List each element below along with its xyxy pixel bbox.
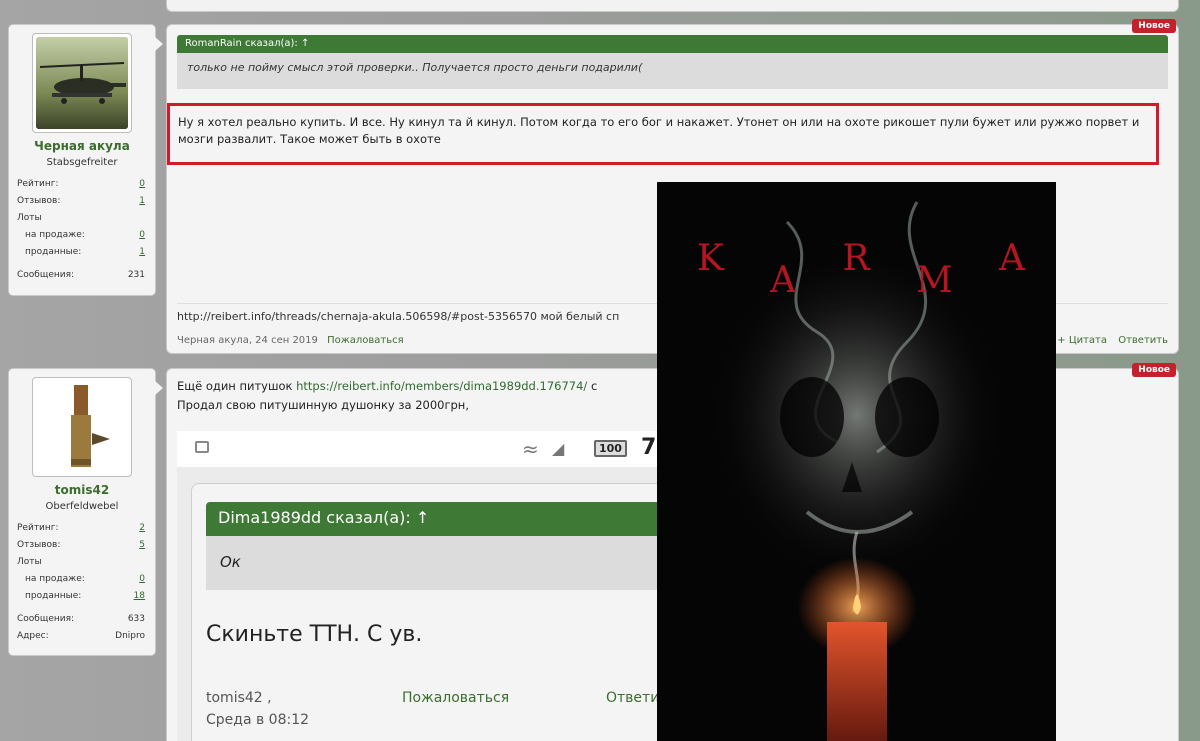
embedded-phone-screenshot[interactable]: ≈ ◢ 100 7 Dima1989dd сказал(а): ↑ Ок Ски… [177,431,669,741]
quote-button[interactable]: + Цитата [1057,335,1107,346]
previous-post-edge [166,0,1179,12]
post-author-date[interactable]: Черная акула, 24 сен 2019 [177,335,318,346]
phone-report-link: Пожаловаться [402,690,510,706]
candle [827,622,887,741]
phone-status-bar: ≈ ◢ 100 7 [177,431,669,467]
stat-label: на продаже: [25,574,85,584]
user-rank: Stabsgefreiter [46,157,118,168]
stat-label: Лоты [17,213,42,223]
stat-label: Сообщения: [17,614,75,624]
title-letter: M [915,260,955,301]
post-actions: + Цитата Ответить [1049,335,1168,346]
image-icon [195,441,209,453]
stat-lots: Лоты [9,210,155,227]
stat-lots: Лоты [9,554,155,571]
stat-messages: Сообщения: 231 [9,267,155,284]
stat-value: 231 [127,270,145,280]
report-link[interactable]: Пожаловаться [327,335,404,346]
title-letter: K [697,238,726,279]
stat-reviews: Отзывов: 5 [9,537,155,554]
stat-label: Отзывов: [17,540,61,550]
stat-on-sale: на продаже: 0 [9,227,155,244]
signature[interactable]: http://reibert.info/threads/chernaja-aku… [177,310,619,323]
new-badge: Новое [1132,363,1176,377]
avatar[interactable] [32,33,132,133]
phone-quote-text: Ок [206,536,666,590]
user-panel-tomis42: tomis42 Oberfeldwebel Рейтинг: 2 Отзывов… [8,368,163,656]
stat-value-link[interactable]: 0 [139,176,145,193]
phone-time: 7 [641,435,657,460]
title-letter: A [998,238,1027,279]
stat-label: Рейтинг: [17,523,59,533]
stat-address: Адрес: Dnipro [9,628,155,645]
phone-message: Скиньте ТТН. С ув. [206,622,423,647]
wifi-icon: ≈ [522,437,539,461]
helicopter-avatar-image [36,37,128,129]
stat-label: проданные: [25,247,82,257]
stat-label: Лоты [17,557,42,567]
message-line: Продал свою питушинную душонку за 2000гр… [177,398,469,412]
username[interactable]: Черная акула [9,139,155,153]
title-letter: R [842,238,872,279]
battery-icon: 100 [594,440,627,457]
stat-on-sale: на продаже: 0 [9,571,155,588]
stat-label: Сообщения: [17,270,75,280]
stat-value: Dnipro [115,631,145,641]
stat-value: 633 [127,614,145,624]
signal-bars-icon: ◢ [552,439,565,458]
stat-label: Адрес: [17,631,49,641]
karma-poster-image: K A R M A [657,182,1056,741]
reply-button[interactable]: Ответить [1118,335,1168,346]
quote-text: только не пойму смысл этой проверки.. По… [177,53,1168,89]
title-letter: A [770,260,799,301]
user-panel-chernaya-akula: Черная акула Stabsgefreiter Рейтинг: 0 О… [8,24,163,296]
message-line: Ещё один питушок [177,379,293,393]
stat-value-link[interactable]: 18 [134,588,145,605]
stat-sold: проданные: 1 [9,244,155,261]
quote-author[interactable]: RomanRain сказал(а): ↑ [177,35,1168,53]
stat-rating: Рейтинг: 2 [9,520,155,537]
profile-link[interactable]: https://reibert.info/members/dima1989dd.… [296,379,587,393]
phone-quote-author: Dima1989dd сказал(а): ↑ [206,502,666,536]
skull-eye-left [780,377,844,457]
skull-eye-right [875,377,939,457]
avatar[interactable] [32,377,132,477]
phone-post-card: Dima1989dd сказал(а): ↑ Ок Скиньте ТТН. … [191,483,669,741]
stat-rating: Рейтинг: 0 [9,176,155,193]
stat-label: проданные: [25,591,82,601]
phone-footer-time: Среда в 08:12 [206,712,310,728]
stat-messages: Сообщения: 633 [9,611,155,628]
stat-sold: проданные: 18 [9,588,155,605]
phone-footer-user: tomis42 , [206,690,272,706]
stat-value-link[interactable]: 1 [139,244,145,261]
stat-value-link[interactable]: 1 [139,193,145,210]
message-line-tail: с [590,379,598,393]
message-text: Ещё один питушок https://reibert.info/me… [177,377,597,415]
karma-title: K A R M A [697,238,1027,301]
stat-value-link[interactable]: 0 [139,571,145,588]
stat-value-link[interactable]: 5 [139,537,145,554]
helicopter-icon [36,37,128,129]
bullet-icon [36,381,128,473]
message-text-highlighted: Ну я хотел реально купить. И все. Ну кин… [167,103,1159,165]
stat-label: Отзывов: [17,196,61,206]
stat-value-link[interactable]: 2 [139,520,145,537]
user-rank: Oberfeldwebel [45,501,119,512]
stat-reviews: Отзывов: 1 [9,193,155,210]
stat-label: на продаже: [25,230,85,240]
stat-value-link[interactable]: 0 [139,227,145,244]
new-badge: Новое [1132,19,1176,33]
stat-label: Рейтинг: [17,179,59,189]
post-meta: Черная акула, 24 сен 2019 Пожаловаться [177,335,404,346]
ammo-avatar-image [36,381,128,473]
username[interactable]: tomis42 [9,483,155,497]
phone-reply-link: Ответи [606,690,660,706]
